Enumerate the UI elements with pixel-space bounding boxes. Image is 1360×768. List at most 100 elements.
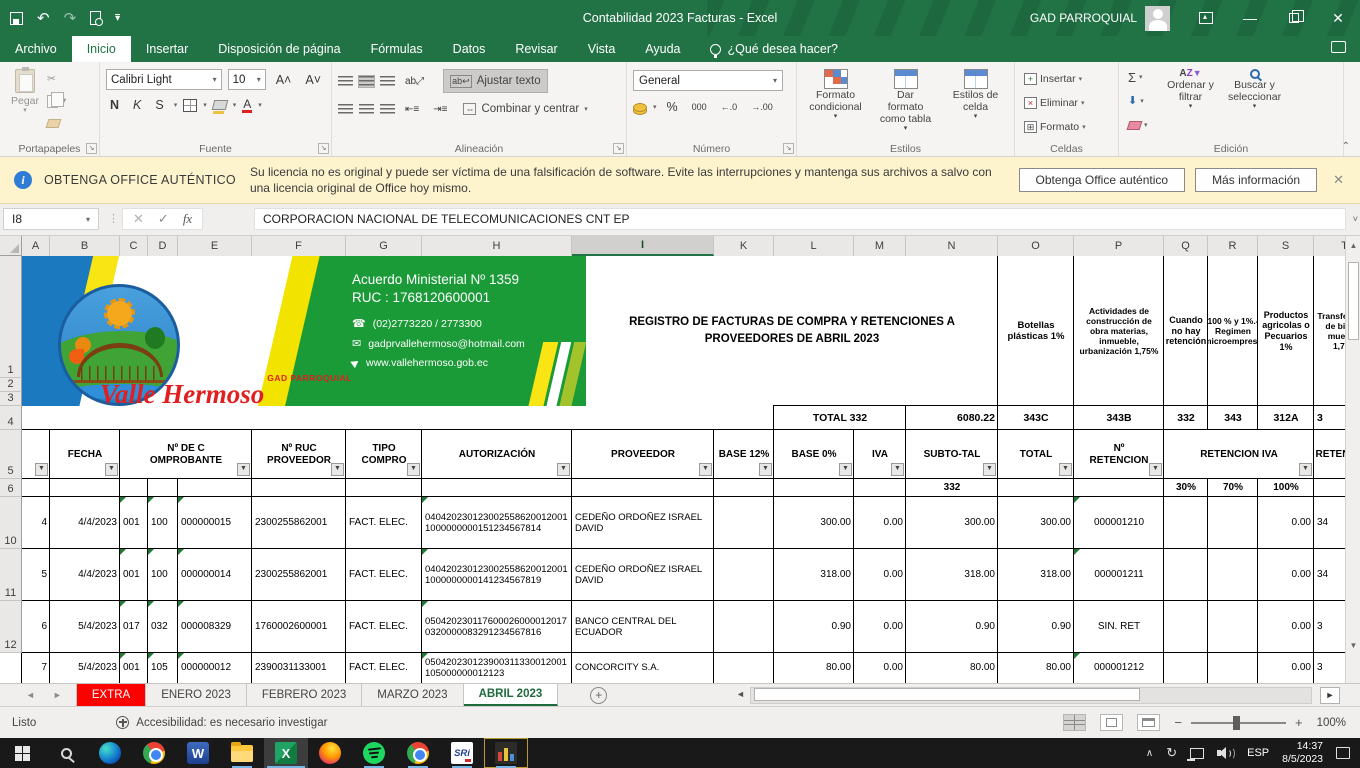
column-header-I[interactable]: I bbox=[572, 236, 714, 256]
cell-H10[interactable]: 0404202301230025586200120011000000000151… bbox=[422, 497, 572, 549]
code-cell-R4[interactable]: 343 bbox=[1208, 406, 1258, 430]
align-right-icon[interactable] bbox=[380, 104, 395, 115]
tell-me-search[interactable]: ¿Qué desea hacer? bbox=[696, 36, 853, 62]
taskbar-chrome-icon[interactable] bbox=[132, 738, 176, 768]
cell-G11[interactable]: FACT. ELEC. bbox=[346, 549, 422, 601]
cell-S12[interactable]: 0.00 bbox=[1258, 601, 1314, 653]
column-header-A[interactable]: A bbox=[22, 236, 50, 256]
numero-dialog-launcher[interactable]: ↘ bbox=[783, 143, 794, 154]
cell-A11[interactable]: 5 bbox=[22, 549, 50, 601]
cell-H12[interactable]: 0504202301176000260000120170320000083291… bbox=[422, 601, 572, 653]
ribbon-tab-f-rmulas[interactable]: Fórmulas bbox=[356, 36, 438, 62]
close-button[interactable]: ✕ bbox=[1316, 0, 1360, 36]
decrease-indent-icon[interactable]: ⇤≡ bbox=[401, 103, 423, 116]
table-header-tipo-compro[interactable]: TIPO COMPRO▼ bbox=[346, 430, 422, 479]
code-cell-T4[interactable]: 3 bbox=[1314, 406, 1345, 430]
fuente-dialog-launcher[interactable]: ↘ bbox=[318, 143, 329, 154]
category-cell-P[interactable]: Actividades de construcción de obra mate… bbox=[1074, 256, 1164, 406]
cell-C11[interactable]: 001 bbox=[120, 549, 148, 601]
ribbon-tab-insertar[interactable]: Insertar bbox=[131, 36, 203, 62]
borders-icon[interactable] bbox=[183, 99, 197, 112]
subheader-cell-M[interactable] bbox=[854, 479, 906, 497]
category-cell-S[interactable]: Productos agricolas o Pecuarios 1% bbox=[1258, 256, 1314, 406]
cell-L12[interactable]: 0.90 bbox=[774, 601, 854, 653]
zoom-slider[interactable] bbox=[1191, 722, 1286, 724]
report-title-cell[interactable]: REGISTRO DE FACTURAS DE COMPRA Y RETENCI… bbox=[586, 256, 998, 406]
hidden-icons-chevron-icon[interactable]: ∧ bbox=[1146, 748, 1153, 759]
column-header-R[interactable]: R bbox=[1208, 236, 1258, 256]
find-select-button[interactable]: Buscar y seleccionar▾ bbox=[1223, 66, 1287, 114]
increase-indent-icon[interactable]: ⇥≡ bbox=[429, 103, 451, 116]
cell-R13[interactable] bbox=[1208, 653, 1258, 683]
filter-button-G[interactable]: ▼ bbox=[407, 463, 420, 476]
format-cells-button[interactable]: ⊞Formato ▾ bbox=[1021, 118, 1089, 136]
cell-P10[interactable]: 000001210 bbox=[1074, 497, 1164, 549]
cell-P13[interactable]: 000001212 bbox=[1074, 653, 1164, 683]
cell-T13[interactable]: 3 bbox=[1314, 653, 1345, 683]
cell-S11[interactable]: 0.00 bbox=[1258, 549, 1314, 601]
row-header-3[interactable]: 3 bbox=[0, 392, 22, 406]
column-header-G[interactable]: G bbox=[346, 236, 422, 256]
number-format-select[interactable]: General▾ bbox=[633, 70, 783, 91]
cell-K12[interactable] bbox=[714, 601, 774, 653]
cell-H13[interactable]: 0504202301239003113300120011050000000121… bbox=[422, 653, 572, 683]
subheader-cell-N[interactable]: 332 bbox=[906, 479, 998, 497]
cell-H11[interactable]: 0404202301230025586200120011000000000141… bbox=[422, 549, 572, 601]
get-office-button[interactable]: Obtenga Office auténtico bbox=[1019, 168, 1186, 192]
table-header-a[interactable]: ▼ bbox=[22, 430, 50, 479]
cell-R12[interactable] bbox=[1208, 601, 1258, 653]
sort-filter-button[interactable]: AZ▼ Ordenar y filtrar▾ bbox=[1159, 66, 1223, 114]
new-sheet-button[interactable]: + bbox=[590, 687, 607, 704]
taskbar-sri-icon[interactable]: SRi bbox=[440, 738, 484, 768]
subheader-cell-Q[interactable]: 30% bbox=[1164, 479, 1208, 497]
cell-T11[interactable]: 34 bbox=[1314, 549, 1345, 601]
align-top-icon[interactable] bbox=[338, 76, 353, 87]
sync-icon[interactable]: ↻ bbox=[1166, 745, 1177, 761]
filter-button-F[interactable]: ▼ bbox=[331, 463, 344, 476]
cell-F12[interactable]: 1760002600001 bbox=[252, 601, 346, 653]
formula-input[interactable]: CORPORACION NACIONAL DE TELECOMUNICACION… bbox=[254, 208, 1346, 230]
filter-button-C[interactable]: ▼ bbox=[237, 463, 250, 476]
taskbar-word-icon[interactable]: W bbox=[176, 738, 220, 768]
comma-style-icon[interactable]: 000 bbox=[688, 101, 711, 113]
column-header-E[interactable]: E bbox=[178, 236, 252, 256]
ribbon-tab-ayuda[interactable]: Ayuda bbox=[630, 36, 695, 62]
vertical-scrollbar[interactable]: ▲ ▼ bbox=[1345, 236, 1360, 683]
table-header-retencion[interactable]: RETENCION bbox=[1314, 430, 1345, 479]
table-header-proveedor[interactable]: PROVEEDOR▼ bbox=[572, 430, 714, 479]
ribbon-display-options-button[interactable] bbox=[1184, 0, 1228, 36]
expand-formula-bar-icon[interactable]: ˅ bbox=[1353, 214, 1358, 224]
subheader-cell-A[interactable] bbox=[22, 479, 50, 497]
sheet-nav-right-icon[interactable]: ► bbox=[53, 690, 62, 700]
cell-Q13[interactable] bbox=[1164, 653, 1208, 683]
ribbon-tab-vista[interactable]: Vista bbox=[573, 36, 631, 62]
vertical-scroll-thumb[interactable] bbox=[1348, 262, 1359, 340]
row-header-11[interactable]: 11 bbox=[0, 549, 22, 601]
code-cell-N4[interactable]: 6080.22 bbox=[906, 406, 998, 430]
column-header-H[interactable]: H bbox=[422, 236, 572, 256]
cell-F11[interactable]: 2300255862001 bbox=[252, 549, 346, 601]
underline-button[interactable]: S bbox=[151, 97, 167, 113]
row-header-12[interactable]: 12 bbox=[0, 601, 22, 653]
align-middle-icon[interactable] bbox=[359, 76, 374, 87]
column-header-B[interactable]: B bbox=[50, 236, 120, 256]
volume-icon[interactable] bbox=[1217, 747, 1234, 760]
filter-button-H[interactable]: ▼ bbox=[557, 463, 570, 476]
row-header-4[interactable]: 4 bbox=[0, 406, 22, 430]
cell-M13[interactable]: 0.00 bbox=[854, 653, 906, 683]
decrease-font-icon[interactable]: A˅ bbox=[301, 72, 325, 88]
taskbar-explorer-icon[interactable] bbox=[220, 738, 264, 768]
ribbon-tab-archivo[interactable]: Archivo bbox=[0, 36, 72, 62]
scroll-up-icon[interactable]: ▲ bbox=[1348, 238, 1359, 253]
cell-G12[interactable]: FACT. ELEC. bbox=[346, 601, 422, 653]
cell-Q11[interactable] bbox=[1164, 549, 1208, 601]
row-header-6[interactable]: 6 bbox=[0, 479, 22, 497]
cell-D10[interactable]: 100 bbox=[148, 497, 178, 549]
sheet-tab-abril-2023[interactable]: ABRIL 2023 bbox=[464, 684, 559, 706]
cut-button[interactable]: ✂ bbox=[44, 70, 69, 88]
filter-button-Q[interactable]: ▼ bbox=[1299, 463, 1312, 476]
avatar[interactable] bbox=[1145, 6, 1170, 31]
code-cell-O4[interactable]: 343C bbox=[998, 406, 1074, 430]
cell-styles-button[interactable]: Estilos de celda▾ bbox=[944, 66, 1008, 124]
cell-I11[interactable]: CEDEÑO ORDOÑEZ ISRAEL DAVID bbox=[572, 549, 714, 601]
